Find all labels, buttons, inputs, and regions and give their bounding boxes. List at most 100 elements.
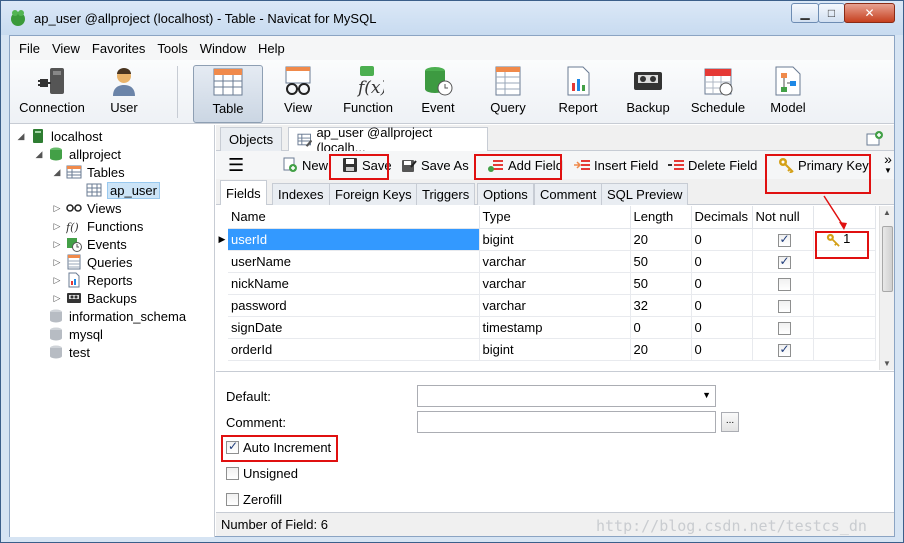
- close-button[interactable]: ✕: [844, 3, 895, 23]
- not-null-checkbox[interactable]: [777, 232, 791, 247]
- scroll-up-icon[interactable]: ▲: [883, 208, 891, 217]
- scrollbar-thumb[interactable]: [882, 226, 893, 292]
- table-row[interactable]: password varchar 32 0: [216, 294, 876, 317]
- event-button[interactable]: Event: [403, 65, 473, 121]
- cell-length[interactable]: 0: [630, 316, 692, 339]
- tab-indexes[interactable]: Indexes: [272, 183, 330, 205]
- grid-scrollbar[interactable]: ▲ ▼: [879, 206, 894, 370]
- cell-type[interactable]: varchar: [479, 294, 631, 317]
- cell-decimals[interactable]: 0: [691, 250, 753, 273]
- query-button[interactable]: Query: [473, 65, 543, 121]
- table-row[interactable]: nickName varchar 50 0: [216, 272, 876, 295]
- zerofill-option[interactable]: Zerofill: [226, 492, 282, 507]
- tab-comment[interactable]: Comment: [534, 183, 603, 205]
- tab-options[interactable]: Options: [477, 183, 534, 205]
- table-button[interactable]: Table: [193, 65, 263, 123]
- cell-name[interactable]: userId: [228, 228, 480, 251]
- column-header-name[interactable]: Name: [228, 206, 480, 229]
- tree-item-queries[interactable]: ▷ Queries: [52, 253, 133, 271]
- title-bar[interactable]: ap_user @allproject (localhost) - Table …: [1, 1, 903, 35]
- tree-item-information-schema[interactable]: information_schema: [48, 307, 186, 325]
- save-as-button[interactable]: Save As: [401, 155, 469, 175]
- cell-length[interactable]: 20: [630, 228, 692, 251]
- cell-not-null[interactable]: [752, 272, 814, 295]
- tree-item-allproject[interactable]: ◢ allproject: [34, 145, 122, 163]
- expand-icon[interactable]: ▷: [52, 203, 62, 214]
- not-null-checkbox[interactable]: [777, 299, 791, 313]
- expand-icon[interactable]: ▷: [52, 257, 62, 268]
- cell-type[interactable]: timestamp: [479, 316, 631, 339]
- collapse-icon[interactable]: ◢: [16, 131, 26, 142]
- tree-item-test[interactable]: test: [48, 343, 90, 361]
- column-header-type[interactable]: Type: [479, 206, 631, 229]
- maximize-button[interactable]: □: [818, 3, 845, 23]
- connection-button[interactable]: Connection: [17, 65, 87, 121]
- column-header-not-null[interactable]: Not null: [752, 206, 814, 229]
- tab-fields[interactable]: Fields: [220, 180, 267, 205]
- new-button[interactable]: New: [282, 155, 328, 175]
- tree-item-localhost[interactable]: ◢ localhost: [16, 127, 103, 145]
- tree-item-reports[interactable]: ▷ Reports: [52, 271, 133, 289]
- user-button[interactable]: User: [89, 65, 159, 121]
- menu-window[interactable]: Window: [200, 41, 246, 56]
- cell-decimals[interactable]: 0: [691, 294, 753, 317]
- expand-icon[interactable]: ▷: [52, 293, 62, 304]
- menu-tools[interactable]: Tools: [157, 41, 187, 56]
- cell-type[interactable]: varchar: [479, 250, 631, 273]
- cell-length[interactable]: 32: [630, 294, 692, 317]
- backup-button[interactable]: Backup: [613, 65, 683, 121]
- tree-item-views[interactable]: ▷ Views: [52, 199, 122, 217]
- unsigned-option[interactable]: Unsigned: [226, 466, 298, 481]
- cell-name[interactable]: orderId: [228, 338, 480, 361]
- toolbar-overflow-button[interactable]: » ▼: [884, 151, 892, 175]
- tree-item-events[interactable]: ▷ Events: [52, 235, 127, 253]
- tab-table-editor[interactable]: ap_user @allproject (localh...: [288, 125, 488, 155]
- table-row[interactable]: signDate timestamp 0 0: [216, 316, 876, 339]
- tab-objects[interactable]: Objects: [220, 127, 283, 151]
- new-tab-icon[interactable]: [866, 130, 884, 146]
- cell-name[interactable]: signDate: [228, 316, 480, 339]
- tree-item-tables[interactable]: ◢ Tables: [52, 163, 125, 181]
- cell-length[interactable]: 20: [630, 338, 692, 361]
- table-row[interactable]: userName varchar 50 0: [216, 250, 876, 273]
- view-button[interactable]: View: [263, 65, 333, 121]
- collapse-icon[interactable]: ◢: [34, 149, 44, 160]
- menu-file[interactable]: File: [19, 41, 40, 56]
- column-header-decimals[interactable]: Decimals: [691, 206, 753, 229]
- default-select[interactable]: ▼: [417, 385, 716, 407]
- expand-icon[interactable]: ▷: [52, 239, 62, 250]
- tree-item-functions[interactable]: ▷ f() Functions: [52, 217, 144, 235]
- tree-item-backups[interactable]: ▷ Backups: [52, 289, 137, 307]
- menu-favorites[interactable]: Favorites: [92, 41, 145, 56]
- cell-decimals[interactable]: 0: [691, 316, 753, 339]
- cell-decimals[interactable]: 0: [691, 338, 753, 361]
- cell-decimals[interactable]: 0: [691, 272, 753, 295]
- tab-sql-preview[interactable]: SQL Preview: [601, 183, 689, 205]
- menu-help[interactable]: Help: [258, 41, 285, 56]
- cell-decimals[interactable]: 0: [691, 228, 753, 251]
- menu-view[interactable]: View: [52, 41, 80, 56]
- insert-field-button[interactable]: Insert Field: [574, 155, 658, 175]
- menu-icon[interactable]: ☰: [228, 155, 244, 175]
- cell-type[interactable]: bigint: [479, 338, 631, 361]
- cell-not-null[interactable]: [752, 294, 814, 317]
- expand-icon[interactable]: ▷: [52, 275, 62, 286]
- cell-length[interactable]: 50: [630, 250, 692, 273]
- model-button[interactable]: Model: [753, 65, 823, 121]
- tree-item-ap-user[interactable]: ap_user: [86, 181, 160, 199]
- cell-name[interactable]: nickName: [228, 272, 480, 295]
- cell-not-null[interactable]: [752, 250, 814, 273]
- cell-name[interactable]: password: [228, 294, 480, 317]
- column-header-length[interactable]: Length: [630, 206, 692, 229]
- collapse-icon[interactable]: ◢: [52, 167, 62, 178]
- delete-field-button[interactable]: Delete Field: [668, 155, 757, 175]
- comment-ellipsis-button[interactable]: ...: [721, 412, 739, 432]
- not-null-checkbox[interactable]: [777, 321, 791, 335]
- tab-foreign-keys[interactable]: Foreign Keys: [329, 183, 418, 205]
- table-row[interactable]: ▶ userId bigint 20 0 1: [216, 228, 876, 251]
- not-null-checkbox[interactable]: [777, 342, 791, 357]
- cell-type[interactable]: varchar: [479, 272, 631, 295]
- tree-item-mysql[interactable]: mysql: [48, 325, 103, 343]
- cell-length[interactable]: 50: [630, 272, 692, 295]
- function-button[interactable]: f(x) Function: [333, 65, 403, 121]
